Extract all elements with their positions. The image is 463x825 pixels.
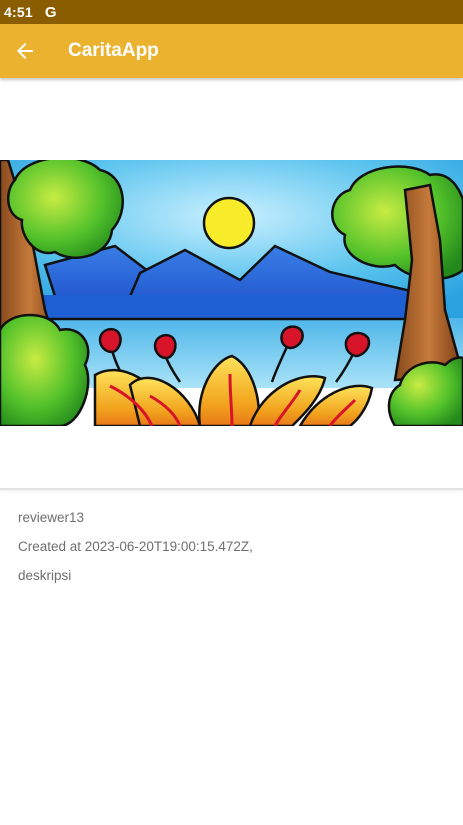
post-image (0, 160, 463, 426)
app-title: CaritaApp (68, 40, 159, 61)
status-time: 4:51 (4, 4, 33, 20)
google-notification-icon: G (44, 3, 57, 21)
author-text: reviewer13 (18, 510, 85, 525)
app-bar: CaritaApp (0, 24, 463, 78)
divider (0, 488, 463, 490)
description-text: deskripsi (18, 568, 72, 583)
landscape-drawing (0, 160, 463, 426)
back-button[interactable] (0, 24, 50, 78)
created-at-text: Created at 2023-06-20T19:00:15.472Z, (18, 539, 253, 554)
arrow-back-icon (17, 43, 33, 59)
status-bar: 4:51 G (0, 0, 463, 24)
